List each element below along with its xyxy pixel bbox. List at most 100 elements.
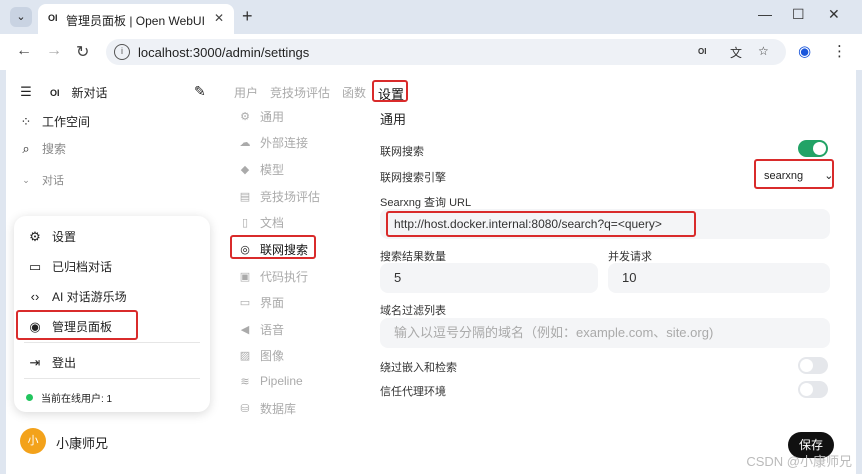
- globe-icon: ◎: [240, 244, 250, 256]
- reload-icon[interactable]: ↻: [76, 42, 89, 62]
- maximize-icon[interactable]: ☐: [792, 6, 805, 23]
- tab-settings[interactable]: 设置: [378, 84, 404, 103]
- url-text[interactable]: localhost:3000/admin/settings: [138, 45, 309, 60]
- settings-nav-label: 竞技场评估: [260, 190, 321, 204]
- sidebar-search[interactable]: ⌕ 搜索: [18, 140, 66, 157]
- settings-nav-pipelines[interactable]: ≋ Pipeline: [238, 374, 302, 388]
- forward-icon[interactable]: →: [46, 42, 62, 60]
- avatar[interactable]: 小: [20, 428, 46, 454]
- search-engine-select[interactable]: searxng ⌄: [764, 169, 833, 182]
- chevron-down-icon: ⌄: [22, 174, 30, 185]
- settings-nav-label: 联网搜索: [260, 243, 309, 257]
- settings-nav-code-execution[interactable]: ▣ 代码执行: [238, 268, 308, 285]
- user-menu: ⚙ 设置 ▭ 已归档对话 ‹› AI 对话游乐场 ◉ 管理员面板 ⇥ 登出 当前…: [14, 216, 210, 412]
- stack-icon: ≋: [240, 375, 250, 388]
- sidebar-item-workspace[interactable]: ⁘ 工作空间: [18, 113, 90, 130]
- tab-users[interactable]: 用户: [234, 84, 258, 103]
- online-users-status: 当前在线用户: 1: [26, 390, 112, 405]
- browser-menu-icon[interactable]: ⋮: [832, 42, 847, 60]
- settings-nav-label: 通用: [260, 110, 285, 124]
- settings-nav-label: 外部连接: [260, 136, 309, 150]
- menu-item-label: 登出: [52, 356, 77, 370]
- domain-filter-input[interactable]: 输入以逗号分隔的域名（例如：example.com、site.org): [380, 318, 830, 348]
- chevron-down-icon: ⌄: [824, 170, 834, 182]
- settings-nav-connections[interactable]: ☁ 外部连接: [238, 134, 309, 151]
- settings-nav-models[interactable]: ◆ 模型: [238, 161, 284, 178]
- trust-proxy-toggle[interactable]: [798, 381, 828, 398]
- concurrent-requests-input[interactable]: 10: [608, 263, 830, 293]
- menu-item-settings[interactable]: ⚙ 设置: [26, 228, 76, 245]
- minimize-icon[interactable]: —: [758, 6, 772, 22]
- online-dot-icon: [26, 394, 33, 401]
- menu-item-label: 管理员面板: [52, 320, 113, 334]
- back-icon[interactable]: ←: [16, 42, 32, 60]
- bookmark-star-icon[interactable]: ☆: [758, 44, 769, 58]
- menu-item-archived[interactable]: ▭ 已归档对话: [26, 258, 112, 275]
- settings-nav-label: 代码执行: [260, 270, 309, 284]
- terminal-icon: ▣: [239, 271, 251, 283]
- chats-section-toggle[interactable]: ⌄ 对话: [18, 172, 64, 188]
- gear-icon: ⚙: [29, 228, 41, 244]
- settings-nav-interface[interactable]: ▭ 界面: [238, 294, 284, 311]
- sidebar-toggle[interactable]: ☰: [18, 84, 42, 100]
- browser-toolbar: ← → ↻ i localhost:3000/admin/settings OI…: [0, 34, 862, 70]
- close-window-icon[interactable]: ✕: [828, 6, 840, 23]
- settings-nav-general[interactable]: ⚙ 通用: [238, 108, 284, 125]
- tab-functions[interactable]: 函数: [342, 84, 366, 103]
- result-count-input[interactable]: 5: [380, 263, 598, 293]
- new-chat-button[interactable]: OI 新对话: [50, 84, 108, 101]
- workspace-label: 工作空间: [42, 115, 91, 129]
- menu-item-logout[interactable]: ⇥ 登出: [26, 354, 76, 371]
- sidebar: ☰ OI 新对话 ✎ ⁘ 工作空间 ⌕ 搜索 ⌄ 对话 ⚙ 设置 ▭ 已归档对话…: [6, 70, 222, 474]
- address-bar[interactable]: i localhost:3000/admin/settings OI 文 ☆: [106, 39, 786, 65]
- tab-title: 管理员面板 | Open WebUI: [66, 14, 205, 28]
- searxng-url-input[interactable]: http://host.docker.internal:8080/search?…: [380, 209, 830, 239]
- domain-filter-label: 域名过滤列表: [380, 305, 446, 317]
- logo-icon: OI: [50, 87, 60, 98]
- tab-close-icon[interactable]: ✕: [214, 11, 224, 25]
- settings-nav-images[interactable]: ▨ 图像: [238, 347, 284, 364]
- menu-item-admin-panel[interactable]: ◉ 管理员面板: [26, 318, 112, 335]
- settings-nav-evaluations[interactable]: ▤ 竞技场评估: [238, 188, 320, 205]
- settings-nav-label: 图像: [260, 349, 285, 363]
- hamburger-icon[interactable]: ☰: [18, 84, 34, 100]
- extension-icon[interactable]: OI: [698, 47, 706, 56]
- compose-icon[interactable]: ✎: [194, 83, 206, 100]
- web-search-enable-label: 联网搜索: [380, 146, 424, 158]
- tab-evaluations[interactable]: 竞技场评估: [270, 84, 330, 103]
- bypass-embedding-toggle[interactable]: [798, 357, 828, 374]
- site-info-icon[interactable]: i: [114, 44, 130, 60]
- user-name[interactable]: 小康师兄: [56, 433, 108, 452]
- workspace-icon: ⁘: [20, 113, 32, 129]
- concurrent-requests-label: 并发请求: [608, 251, 652, 263]
- settings-nav-database[interactable]: ⛁ 数据库: [238, 400, 296, 417]
- settings-nav-web-search[interactable]: ◎ 联网搜索: [238, 241, 308, 258]
- image-icon: ▨: [239, 350, 251, 362]
- search-icon: ⌕: [22, 140, 30, 156]
- database-icon: ⛁: [240, 403, 250, 415]
- profile-icon[interactable]: ◉: [798, 42, 811, 60]
- translate-icon[interactable]: 文: [730, 44, 742, 61]
- search-engine-label: 联网搜索引擎: [380, 172, 446, 184]
- speaker-icon: ◀: [240, 324, 250, 336]
- menu-item-playground[interactable]: ‹› AI 对话游乐场: [26, 288, 127, 305]
- monitor-icon: ▭: [239, 297, 251, 309]
- search-engine-value: searxng: [764, 170, 804, 182]
- settings-nav-documents[interactable]: ▯ 文档: [238, 214, 284, 231]
- app-window: ☰ OI 新对话 ✎ ⁘ 工作空间 ⌕ 搜索 ⌄ 对话 ⚙ 设置 ▭ 已归档对话…: [6, 70, 856, 474]
- new-tab-button[interactable]: +: [242, 6, 253, 27]
- search-label: 搜索: [42, 142, 67, 156]
- web-search-toggle[interactable]: [798, 140, 828, 157]
- cube-icon: ◆: [240, 164, 250, 176]
- settings-nav-label: 模型: [260, 163, 285, 177]
- section-title: 通用: [380, 112, 407, 127]
- new-chat-label: 新对话: [71, 86, 108, 100]
- menu-item-label: 已归档对话: [52, 260, 113, 274]
- browser-tab-bar: ⌄ OI 管理员面板 | Open WebUI ✕ + — ☐ ✕: [0, 0, 862, 34]
- browser-tab[interactable]: OI 管理员面板 | Open WebUI ✕: [38, 4, 234, 34]
- tab-search-button[interactable]: ⌄: [10, 7, 32, 27]
- file-icon: ▯: [241, 217, 249, 229]
- cloud-icon: ☁: [239, 137, 251, 149]
- settings-nav-audio[interactable]: ◀ 语音: [238, 321, 284, 338]
- settings-nav-label: 界面: [260, 296, 285, 310]
